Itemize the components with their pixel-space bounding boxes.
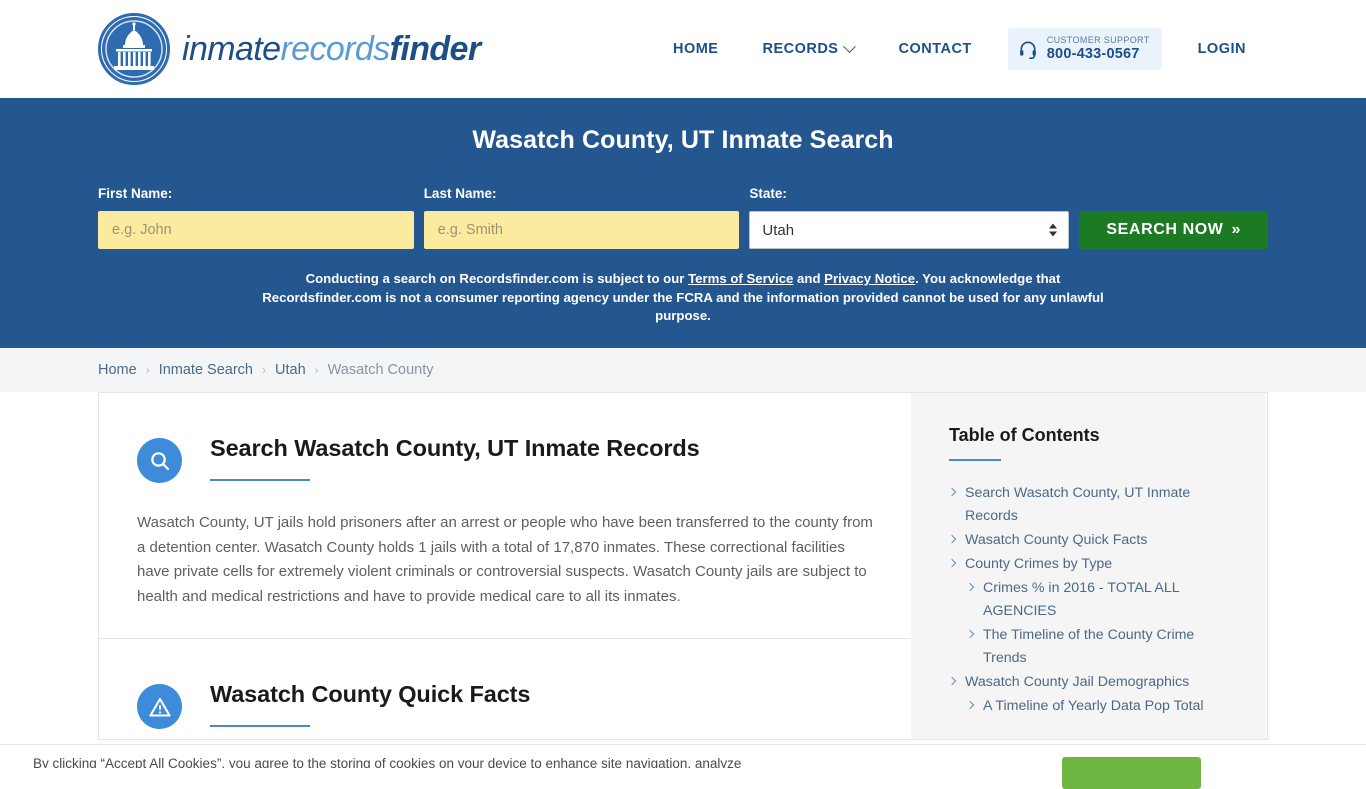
nav-item-records[interactable]: RECORDS — [740, 39, 876, 57]
logo-wordmark: inmaterecordsfinder — [182, 30, 481, 69]
chevron-right-icon — [965, 629, 975, 639]
toc-list: Search Wasatch County, UT Inmate Records… — [947, 482, 1240, 718]
main-content-column: Search Wasatch County, UT Inmate Records… — [99, 393, 911, 739]
hero-search-section: Wasatch County, UT Inmate Search First N… — [0, 98, 1366, 348]
section-quick-facts: Wasatch County Quick Facts — [99, 639, 911, 729]
nav-item-contact[interactable]: CONTACT — [876, 41, 993, 57]
breadcrumb-item-home[interactable]: Home — [98, 362, 137, 378]
logo-part-finder: finder — [389, 29, 481, 68]
logo-part-records: records — [280, 29, 390, 68]
section-paragraph: Wasatch County, UT jails hold prisoners … — [137, 514, 873, 605]
toc-item-yearly-pop-total[interactable]: A Timeline of Yearly Data Pop Total — [949, 695, 1240, 718]
state-field-group: State: UtahAlabamaAlaskaArizonaCaliforni… — [749, 186, 1070, 249]
toc-item-label: Wasatch County Jail Demographics — [965, 674, 1190, 690]
accept-all-cookies-button[interactable] — [1062, 757, 1201, 789]
nav-label-records: RECORDS — [762, 41, 839, 57]
chevron-right-icon — [947, 558, 957, 568]
site-header: inmaterecordsfinder HOME RECORDS CONTACT — [0, 0, 1366, 98]
inmate-search-form: First Name: Last Name: State: UtahAlabam… — [0, 186, 1366, 249]
privacy-notice-link[interactable]: Privacy Notice — [824, 271, 915, 286]
warning-triangle-icon — [137, 684, 182, 729]
section-underline — [210, 479, 310, 481]
toc-item-label: Search Wasatch County, UT Inmate Records — [965, 485, 1191, 524]
page-title: Wasatch County, UT Inmate Search — [472, 126, 894, 154]
breadcrumb-separator-icon: › — [262, 363, 266, 377]
toc-underline — [949, 459, 1001, 461]
section-underline — [210, 725, 310, 727]
toc-item-search-records[interactable]: Search Wasatch County, UT Inmate Records — [947, 482, 1240, 528]
toc-item-label: The Timeline of the County Crime Trends — [983, 627, 1195, 666]
headset-icon — [1018, 39, 1038, 59]
content-card: Search Wasatch County, UT Inmate Records… — [98, 392, 1268, 740]
toc-item-label: Crimes % in 2016 - TOTAL ALL AGENCIES — [983, 580, 1180, 619]
chevron-right-icon — [965, 700, 975, 710]
nav-label-contact: CONTACT — [898, 41, 972, 57]
customer-support-box[interactable]: CUSTOMER SUPPORT 800-433-0567 — [1007, 28, 1162, 70]
section-title: Wasatch County Quick Facts — [210, 681, 531, 707]
breadcrumb-item-utah[interactable]: Utah — [275, 362, 306, 378]
section-title: Search Wasatch County, UT Inmate Records — [210, 435, 700, 461]
disclaimer-part-1: Conducting a search on Recordsfinder.com… — [305, 271, 689, 286]
chevron-right-icon — [947, 534, 957, 544]
capitol-dome-icon — [98, 13, 170, 85]
toc-item-jail-demographics[interactable]: Wasatch County Jail Demographics — [947, 671, 1240, 694]
disclaimer-part-2: and — [793, 271, 825, 286]
search-now-button[interactable]: SEARCH NOW » — [1079, 211, 1268, 249]
last-name-input[interactable] — [423, 211, 740, 249]
toc-item-crimes-by-type[interactable]: County Crimes by Type — [947, 553, 1240, 576]
site-logo[interactable]: inmaterecordsfinder — [98, 13, 481, 85]
page-body: Search Wasatch County, UT Inmate Records… — [0, 392, 1366, 740]
support-label: CUSTOMER SUPPORT — [1046, 35, 1150, 46]
search-disclaimer: Conducting a search on Recordsfinder.com… — [260, 270, 1106, 326]
toc-item-crime-trends-timeline[interactable]: The Timeline of the County Crime Trends — [949, 624, 1240, 670]
nav-label-login: LOGIN — [1197, 41, 1246, 57]
cookie-consent-text: By clicking “Accept All Cookies”, you ag… — [33, 756, 742, 768]
first-name-label: First Name: — [98, 186, 173, 201]
breadcrumb-separator-icon: › — [314, 363, 319, 377]
logo-part-inmate: inmate — [182, 29, 281, 68]
first-name-field-group: First Name: — [98, 186, 414, 249]
toc-item-label: Wasatch County Quick Facts — [965, 532, 1148, 548]
last-name-label: Last Name: — [423, 186, 497, 201]
state-label: State: — [749, 186, 787, 201]
nav-item-login[interactable]: LOGIN — [1176, 41, 1268, 57]
double-chevron-right-icon: » — [1231, 221, 1241, 238]
search-button-label: SEARCH NOW — [1106, 221, 1224, 238]
toc-item-crimes-2016[interactable]: Crimes % in 2016 - TOTAL ALL AGENCIES — [949, 577, 1240, 623]
last-name-field-group: Last Name: — [423, 186, 740, 249]
nav-item-home[interactable]: HOME — [651, 41, 741, 57]
support-phone: 800-433-0567 — [1046, 45, 1140, 62]
main-navigation: HOME RECORDS CONTACT CUSTOMER SUPPORT 80… — [651, 0, 1268, 98]
breadcrumb-item-wasatch-county: Wasatch County — [327, 362, 434, 378]
first-name-input[interactable] — [98, 211, 414, 249]
chevron-right-icon — [947, 676, 957, 686]
toc-item-label: A Timeline of Yearly Data Pop Total — [983, 698, 1204, 714]
breadcrumb-separator-icon: › — [145, 363, 150, 377]
toc-item-label: County Crimes by Type — [965, 556, 1113, 572]
terms-of-service-link[interactable]: Terms of Service — [688, 271, 793, 286]
chevron-right-icon — [947, 487, 957, 497]
breadcrumb: Home › Inmate Search › Utah › Wasatch Co… — [0, 348, 1366, 392]
nav-label-home: HOME — [672, 41, 719, 57]
breadcrumb-item-inmate-search[interactable]: Inmate Search — [159, 362, 253, 378]
section-search-records: Search Wasatch County, UT Inmate Records… — [99, 393, 911, 639]
toc-heading: Table of Contents — [949, 425, 1100, 445]
table-of-contents-sidebar: Table of Contents Search Wasatch County,… — [911, 393, 1266, 739]
state-select[interactable]: UtahAlabamaAlaskaArizonaCaliforniaColora… — [749, 211, 1070, 249]
search-icon — [137, 438, 182, 483]
chevron-right-icon — [965, 582, 975, 592]
chevron-down-icon — [843, 39, 857, 53]
toc-item-quick-facts[interactable]: Wasatch County Quick Facts — [947, 529, 1240, 552]
